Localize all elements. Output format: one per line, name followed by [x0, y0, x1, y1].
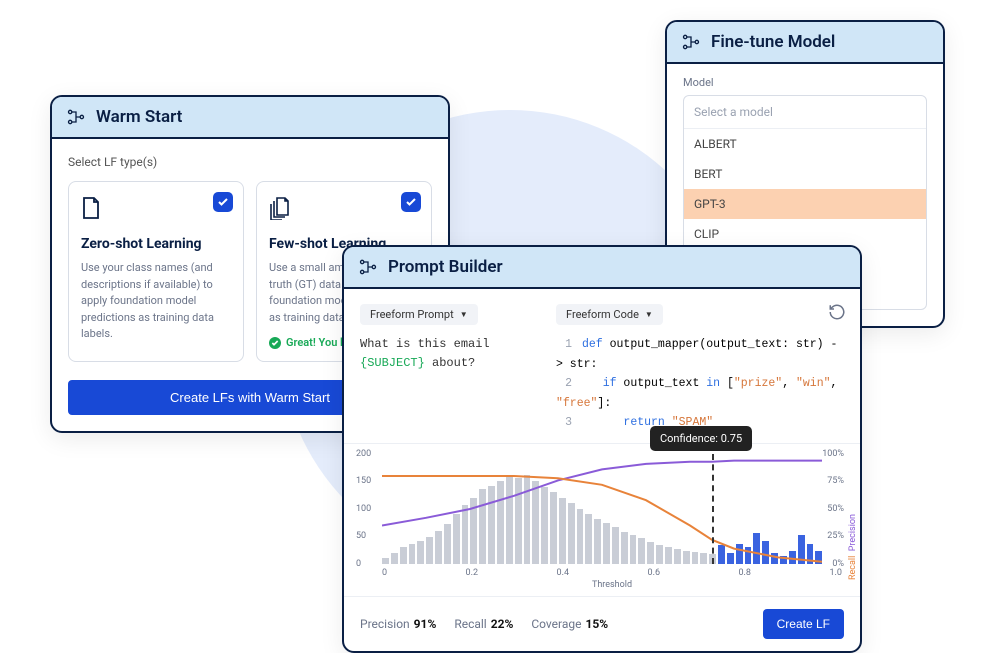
model-label: Model	[683, 76, 927, 89]
finetune-title: Fine-tune Model	[711, 32, 835, 52]
model-option[interactable]: BERT	[684, 159, 926, 189]
model-option[interactable]: GPT-3	[684, 189, 926, 219]
x-label: Threshold	[382, 580, 842, 590]
prompt-variable: {SUBJECT}	[360, 356, 425, 370]
undo-icon[interactable]	[828, 303, 846, 321]
checkbox-icon[interactable]	[401, 192, 421, 212]
model-option[interactable]: ALBERT	[684, 129, 926, 159]
zero-shot-card[interactable]: Zero-shot Learning Use your class names …	[68, 181, 244, 362]
coverage-value: 15%	[586, 617, 609, 631]
confidence-tooltip: Confidence: 0.75	[650, 426, 752, 451]
recall-value: 22%	[491, 617, 514, 631]
pill-label: Freeform Code	[566, 308, 639, 321]
model-select-placeholder: Select a model	[684, 96, 926, 129]
precision-label: Precision	[360, 617, 410, 631]
precision-value: 91%	[414, 617, 437, 631]
documents-icon	[269, 196, 419, 224]
y-right-label: Recall Precision	[848, 514, 858, 580]
caret-down-icon: ▼	[460, 310, 468, 319]
document-icon	[81, 196, 231, 224]
finetune-header: Fine-tune Model	[667, 22, 943, 64]
code-type-dropdown[interactable]: Freeform Code ▼	[556, 304, 663, 325]
chart-area: Data count Recall Precision 200150100500…	[344, 443, 860, 596]
recall-label: Recall	[454, 617, 486, 631]
coverage-label: Coverage	[531, 617, 581, 631]
histogram-bars	[382, 454, 822, 564]
check-circle-icon	[269, 337, 281, 349]
metrics-footer: Precision 91% Recall 22% Coverage 15% Creat…	[344, 596, 860, 651]
prompt-text[interactable]: What is this email {SUBJECT} about?	[360, 335, 540, 373]
circuit-icon	[358, 257, 378, 277]
prompt-type-dropdown[interactable]: Freeform Prompt ▼	[360, 304, 478, 325]
threshold-marker[interactable]	[712, 454, 714, 564]
circuit-icon	[681, 32, 701, 52]
pill-label: Freeform Prompt	[370, 308, 454, 321]
x-ticks: 00.20.40.60.81.0	[382, 568, 842, 578]
confidence-chart[interactable]: Data count Recall Precision 200150100500…	[382, 454, 822, 564]
circuit-icon	[66, 107, 86, 127]
prompt-builder-panel: Prompt Builder Freeform Prompt ▼ What is…	[342, 245, 862, 653]
checkbox-icon[interactable]	[213, 192, 233, 212]
card-desc: Use your class names (and descriptions i…	[81, 260, 231, 343]
caret-down-icon: ▼	[645, 310, 653, 319]
card-title: Zero-shot Learning	[81, 236, 231, 252]
warmstart-header: Warm Start	[52, 97, 448, 139]
warmstart-title: Warm Start	[96, 107, 182, 127]
create-lf-button[interactable]: Create LF	[763, 609, 844, 639]
prompt-title: Prompt Builder	[388, 257, 503, 277]
prompt-header: Prompt Builder	[344, 247, 860, 289]
code-editor[interactable]: 1def output_mapper(output_text: str) -> …	[556, 335, 844, 433]
select-lf-label: Select LF type(s)	[68, 155, 432, 169]
